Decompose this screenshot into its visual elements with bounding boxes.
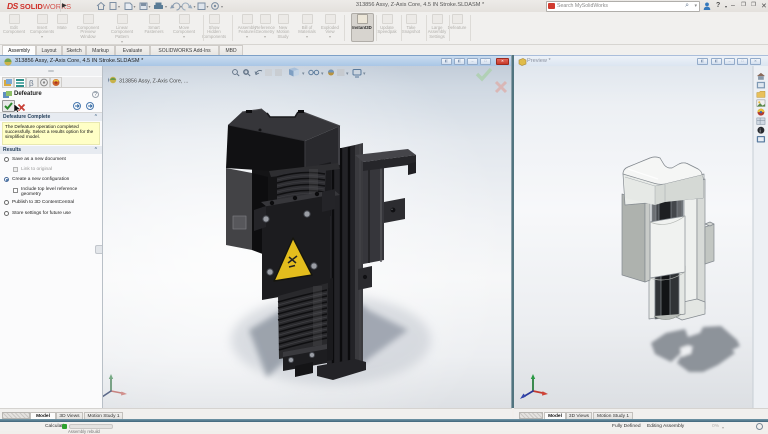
svg-text:▾: ▾: [165, 4, 167, 9]
svg-text:▾: ▾: [194, 4, 196, 9]
svg-text:313856 Assy, Z-Axis Core, ...: 313856 Assy, Z-Axis Core, ...: [119, 79, 188, 85]
svg-text:▾: ▾: [118, 4, 120, 9]
svg-text:▾: ▾: [207, 4, 209, 9]
svg-text:▾: ▾: [180, 4, 182, 9]
svg-text:▾: ▾: [149, 4, 151, 9]
svg-text:▾: ▾: [134, 4, 136, 9]
svg-text:i: i: [759, 128, 760, 134]
svg-text:β: β: [29, 79, 34, 87]
svg-text:▾: ▾: [221, 4, 223, 9]
